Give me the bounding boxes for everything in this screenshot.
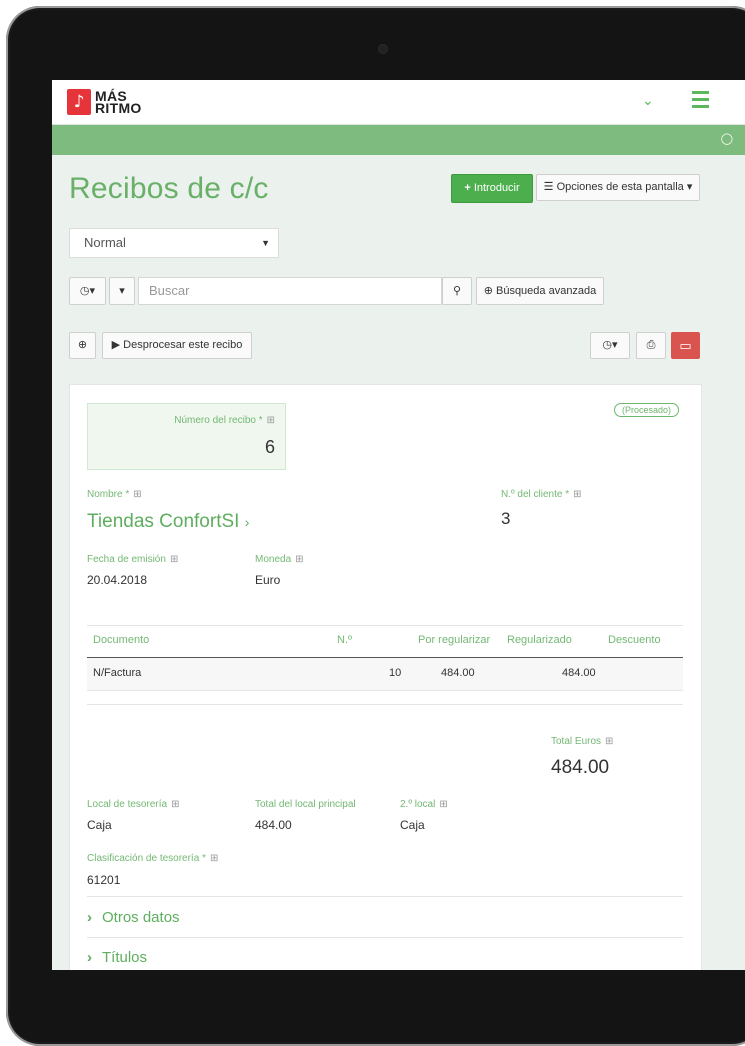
- screen-options-label: Opciones de esta pantalla: [556, 181, 684, 193]
- search-icon: ⚲: [452, 285, 462, 297]
- caret-down-icon: ▼: [261, 238, 270, 248]
- caret-down-icon: ▾: [89, 285, 96, 297]
- play-icon: ▶: [111, 339, 121, 351]
- expand-icon[interactable]: ⊞: [439, 799, 447, 810]
- second-local-value[interactable]: Caja: [400, 818, 425, 832]
- caret-down-icon: ▾: [686, 181, 693, 193]
- section-other-data[interactable]: › Otros datos: [87, 909, 180, 926]
- plus-icon: +: [464, 182, 471, 194]
- expand-icon[interactable]: ⊞: [171, 799, 179, 810]
- receipt-number-box: Número del recibo * ⊞ 6: [87, 403, 286, 470]
- app-screen: ♪ MÁS RITMO ⌄ ◯ Recibos de c/c + Introdu…: [52, 80, 745, 970]
- issue-date-value[interactable]: 20.04.2018: [87, 573, 147, 587]
- app-logo[interactable]: MÁS RITMO: [95, 89, 142, 116]
- col-documento: Documento: [93, 634, 150, 646]
- receipt-form-card: Número del recibo * ⊞ 6 (Procesado) Nombr…: [69, 384, 702, 970]
- chevron-right-icon: ›: [87, 909, 92, 926]
- introduce-label: Introducir: [473, 182, 520, 194]
- currency-value[interactable]: Euro: [255, 573, 280, 587]
- expand-icon[interactable]: ⊞: [295, 554, 303, 565]
- main-local-total-label: Total del local principal: [255, 799, 356, 810]
- top-navbar: ♪ MÁS RITMO ⌄: [52, 80, 745, 125]
- delete-button[interactable]: ▭: [671, 332, 700, 359]
- second-local-label: 2.º local ⊞: [400, 799, 448, 810]
- zoom-button[interactable]: ⊕: [69, 332, 96, 359]
- divider: [87, 704, 683, 705]
- client-number-label: N.º del cliente * ⊞: [501, 489, 582, 500]
- section-titles[interactable]: › Títulos: [87, 949, 147, 966]
- logo-line2: RITMO: [95, 100, 142, 116]
- chevron-down-icon[interactable]: ⌄: [642, 92, 654, 109]
- expand-icon[interactable]: ⊞: [170, 554, 178, 565]
- table-row[interactable]: N/Factura 10 484.00 484.00: [87, 658, 683, 691]
- status-bar: ◯: [52, 125, 745, 155]
- expand-icon[interactable]: ⊞: [573, 489, 581, 500]
- cell-regularizado: 484.00: [562, 667, 596, 679]
- name-label: Nombre * ⊞: [87, 489, 142, 500]
- advanced-search-button[interactable]: ⊕ Búsqueda avanzada: [476, 277, 604, 305]
- trash-icon: ▭: [679, 338, 692, 353]
- col-por-regularizar: Por regularizar: [418, 634, 491, 646]
- issue-date-label: Fecha de emisión ⊞: [87, 554, 179, 565]
- unprocess-receipt-button[interactable]: ▶ Desprocesar este recibo: [102, 332, 252, 359]
- zoom-in-icon: ⊕: [77, 339, 88, 351]
- treasury-classification-label: Clasificación de tesorería * ⊞: [87, 853, 219, 864]
- receipt-number-label: Número del recibo * ⊞: [174, 415, 275, 426]
- cell-por-regularizar: 484.00: [441, 667, 475, 679]
- hamburger-menu-icon[interactable]: [692, 91, 709, 112]
- customer-name-link[interactable]: Tiendas ConfortSI ›: [87, 511, 249, 533]
- screen-options-button[interactable]: ☰ Opciones de esta pantalla ▾: [536, 174, 700, 201]
- client-number-value[interactable]: 3: [501, 509, 510, 529]
- col-regularizado: Regularizado: [507, 634, 572, 646]
- total-label: Total Euros ⊞: [551, 736, 614, 747]
- total-value: 484.00: [551, 757, 610, 778]
- page-title: Recibos de c/c: [69, 172, 269, 205]
- treasury-classification-value[interactable]: 61201: [87, 873, 120, 887]
- search-button[interactable]: ⚲: [442, 277, 472, 305]
- col-numero: N.º: [337, 634, 353, 646]
- history-dropdown-button[interactable]: ◷▾: [69, 277, 106, 305]
- receipt-number-value[interactable]: 6: [265, 437, 275, 458]
- clock-icon[interactable]: ◯: [721, 132, 733, 145]
- currency-label: Moneda ⊞: [255, 554, 304, 565]
- expand-icon[interactable]: ⊞: [605, 736, 613, 747]
- chevron-right-icon: ›: [244, 514, 250, 530]
- caret-down-icon: ▾: [119, 285, 125, 297]
- print-icon: ⎙: [646, 339, 656, 351]
- advanced-search-label: Búsqueda avanzada: [495, 285, 597, 297]
- introduce-button[interactable]: + Introducir: [451, 174, 533, 203]
- search-input[interactable]: Buscar: [138, 277, 442, 305]
- main-local-total-value: 484.00: [255, 818, 292, 832]
- treasury-local-label: Local de tesorería ⊞: [87, 799, 180, 810]
- expand-icon[interactable]: ⊞: [133, 489, 141, 500]
- cell-numero: 10: [389, 667, 402, 679]
- treasury-local-value[interactable]: Caja: [87, 818, 112, 832]
- clock-icon: ◷: [79, 285, 90, 297]
- divider: [87, 896, 683, 897]
- documents-table-header: Documento N.º Por regularizar Regulariza…: [87, 625, 683, 659]
- clock-icon: ◷: [602, 339, 613, 351]
- divider: [87, 937, 683, 938]
- view-select[interactable]: Normal ▼: [69, 228, 279, 258]
- view-select-value: Normal: [84, 235, 126, 250]
- expand-icon[interactable]: ⊞: [210, 853, 218, 864]
- list-icon: ☰: [543, 181, 554, 193]
- search-filter-dropdown-button[interactable]: ▾: [109, 277, 135, 305]
- camera-icon: [378, 44, 388, 54]
- cell-documento: N/Factura: [93, 667, 142, 679]
- unprocess-receipt-label: Desprocesar este recibo: [123, 339, 243, 351]
- zoom-in-icon: ⊕: [483, 285, 493, 297]
- col-descuento: Descuento: [608, 634, 661, 646]
- history-dropdown-button[interactable]: ◷▾: [590, 332, 630, 359]
- caret-down-icon: ▾: [612, 339, 618, 351]
- status-badge: (Procesado): [614, 403, 680, 417]
- chevron-right-icon: ›: [87, 949, 92, 966]
- expand-icon[interactable]: ⊞: [267, 415, 275, 426]
- print-button[interactable]: ⎙: [636, 332, 666, 359]
- music-note-logo-icon[interactable]: ♪: [67, 89, 91, 115]
